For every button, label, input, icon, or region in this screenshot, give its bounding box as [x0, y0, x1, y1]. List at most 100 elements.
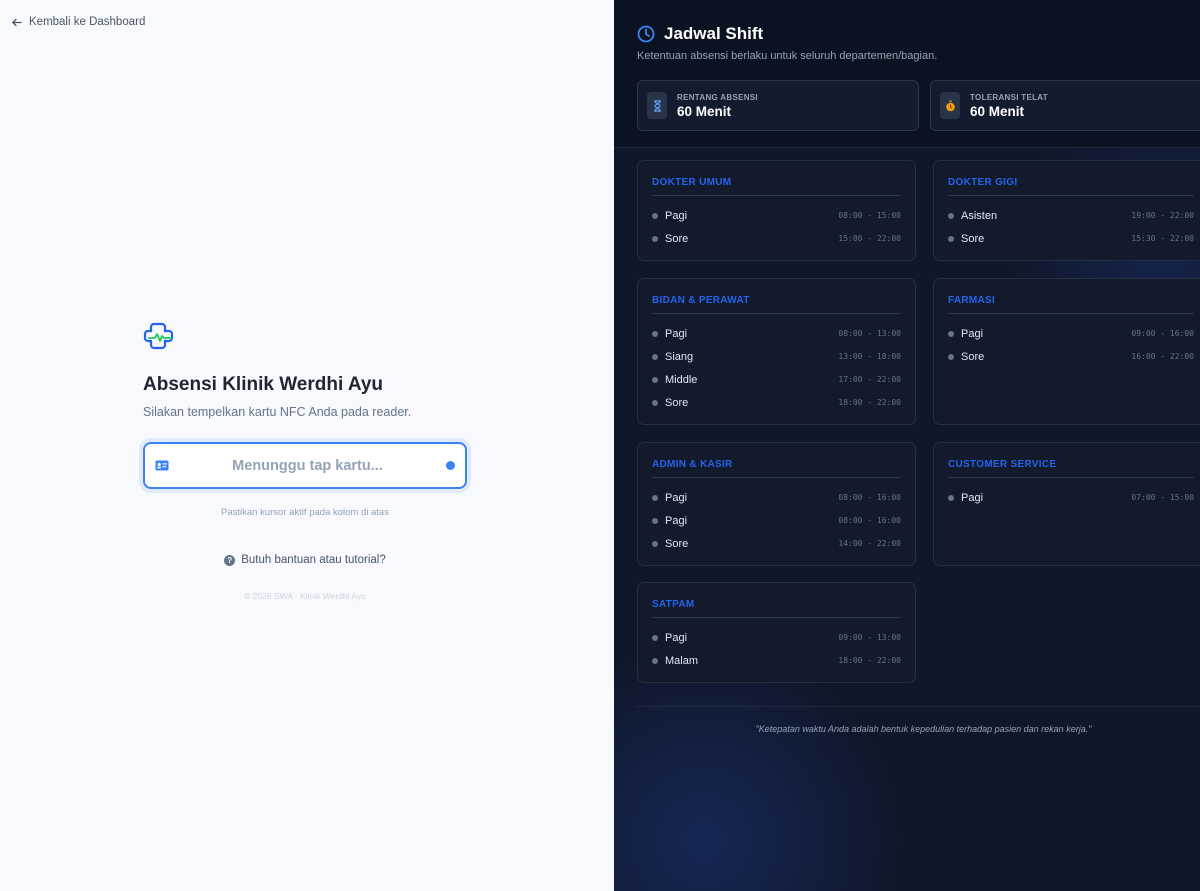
stat-rentang-absensi: RENTANG ABSENSI 60 Menit — [637, 80, 919, 131]
dept-title: FARMASI — [948, 295, 1194, 314]
shift-time: 19:00 - 22:00 — [1131, 211, 1194, 220]
stopwatch-icon — [940, 92, 960, 119]
dept-card-bidan-perawat: BIDAN & PERAWAT Pagi 08:00 - 13:00 Siang 1… — [637, 278, 916, 425]
schedule-title: Jadwal Shift — [637, 24, 763, 44]
shift-time: 17:00 - 22:00 — [838, 375, 901, 384]
back-link-label: Kembali ke Dashboard — [29, 16, 146, 28]
shift-row: Sore 16:00 - 22:00 — [948, 345, 1194, 368]
shift-time: 08:00 - 13:00 — [838, 329, 901, 338]
shift-row: Pagi 08:00 - 16:00 — [652, 509, 901, 532]
dept-card-farmasi: FARMASI Pagi 09:00 - 16:00 Sore 16:00 - 22… — [933, 278, 1200, 425]
stat-value: 60 Menit — [677, 103, 732, 119]
dept-title: DOKTER GIGI — [948, 177, 1194, 196]
shift-name: Sore — [961, 350, 985, 363]
shift-row: Asisten 19:00 - 22:00 — [948, 204, 1194, 227]
shift-name: Pagi — [665, 514, 688, 527]
bullet — [652, 212, 658, 219]
id-card-icon — [155, 460, 169, 471]
help-link[interactable]: ? Butuh bantuan atau tutorial? — [143, 554, 467, 566]
shift-time: 15:30 - 22:00 — [1131, 234, 1194, 243]
clinic-logo-icon — [143, 322, 174, 350]
dept-title: SATPAM — [652, 599, 901, 618]
schedule-subtitle: Ketentuan absensi berlaku untuk seluruh … — [637, 50, 938, 62]
shift-name: Pagi — [665, 327, 688, 340]
input-hint: Pastikan kursor aktif pada kolom di atas — [221, 507, 389, 518]
clock-icon — [637, 25, 655, 43]
shift-row: Pagi 08:00 - 15:00 — [652, 204, 901, 227]
bullet — [652, 399, 658, 406]
hourglass-icon — [647, 92, 667, 119]
shift-time: 08:00 - 16:00 — [838, 493, 901, 502]
shift-time: 07:00 - 15:00 — [1131, 493, 1194, 502]
shift-schedule-panel: Jadwal Shift Ketentuan absensi berlaku u… — [614, 0, 1200, 891]
shift-name: Sore — [665, 537, 689, 550]
divider — [637, 706, 1200, 707]
dept-title: BIDAN & PERAWAT — [652, 295, 901, 314]
bullet — [652, 376, 658, 383]
shift-time: 18:00 - 22:00 — [838, 656, 901, 665]
shift-row: Sore 18:00 - 22:00 — [652, 391, 901, 414]
schedule-title-text: Jadwal Shift — [664, 24, 764, 43]
shift-time: 18:00 - 22:00 — [838, 398, 901, 407]
shift-name: Pagi — [961, 327, 984, 340]
stat-toleransi-telat: TOLERANSI TELAT 60 Menit — [930, 80, 1200, 131]
login-box: Absensi Klinik Werdhi Ayu Silakan tempel… — [143, 321, 467, 601]
stat-label: RENTANG ABSENSI — [677, 92, 758, 102]
shift-row: Malam 18:00 - 22:00 — [652, 649, 901, 672]
bullet — [948, 494, 954, 501]
back-to-dashboard-link[interactable]: Kembali ke Dashboard — [11, 16, 145, 28]
shift-row: Middle 17:00 - 22:00 — [652, 368, 901, 391]
dept-title: ADMIN & KASIR — [652, 459, 901, 478]
shift-name: Pagi — [961, 491, 984, 504]
bullet — [652, 353, 658, 360]
question-icon: ? — [224, 554, 236, 566]
shift-row: Sore 15:30 - 22:00 — [948, 227, 1194, 250]
shift-name: Sore — [961, 232, 985, 245]
dept-title: DOKTER UMUM — [652, 177, 901, 196]
bullet — [948, 330, 954, 337]
nfc-card-input[interactable] — [169, 457, 446, 474]
bullet — [652, 235, 658, 242]
bullet — [652, 517, 658, 524]
shift-row: Sore 14:00 - 22:00 — [652, 532, 901, 555]
stat-label: TOLERANSI TELAT — [970, 92, 1048, 102]
shift-time: 09:00 - 16:00 — [1131, 329, 1194, 338]
shift-name: Pagi — [665, 491, 688, 504]
page-subtitle: Silakan tempelkan kartu NFC Anda pada re… — [143, 405, 412, 419]
dept-title: CUSTOMER SERVICE — [948, 459, 1194, 478]
shift-time: 08:00 - 15:00 — [838, 211, 901, 220]
shift-row: Pagi 09:00 - 16:00 — [948, 322, 1194, 345]
shift-name: Sore — [665, 396, 689, 409]
stat-value: 60 Menit — [970, 103, 1025, 119]
bullet — [652, 540, 658, 547]
dept-card-admin-kasir: ADMIN & KASIR Pagi 08:00 - 16:00 Pagi 08:0… — [637, 442, 916, 566]
bullet — [652, 494, 658, 501]
shift-time: 14:00 - 22:00 — [838, 539, 901, 548]
shift-row: Pagi 07:00 - 15:00 — [948, 486, 1194, 509]
shift-time: 15:00 - 22:00 — [838, 234, 901, 243]
shift-row: Sore 15:00 - 22:00 — [652, 227, 901, 250]
dept-card-customer-service: CUSTOMER SERVICE Pagi 07:00 - 15:00 — [933, 442, 1200, 566]
shift-name: Pagi — [665, 631, 688, 644]
shift-time: 08:00 - 16:00 — [838, 516, 901, 525]
shift-name: Sore — [665, 232, 689, 245]
bullet — [948, 235, 954, 242]
schedule-header: Jadwal Shift Ketentuan absensi berlaku u… — [614, 0, 1200, 148]
bullet — [652, 634, 658, 641]
dept-card-satpam: SATPAM Pagi 09:00 - 13:00 Malam 18:00 - 22… — [637, 582, 916, 683]
shift-name: Siang — [665, 350, 694, 363]
attendance-panel: Kembali ke Dashboard Absensi Klinik Werd… — [0, 0, 614, 891]
shift-row: Pagi 08:00 - 13:00 — [652, 322, 901, 345]
bullet — [652, 657, 658, 664]
dept-card-dokter-umum: DOKTER UMUM Pagi 08:00 - 15:00 Sore 15:00 … — [637, 160, 916, 261]
shift-time: 16:00 - 22:00 — [1131, 352, 1194, 361]
page-title: Absensi Klinik Werdhi Ayu — [143, 374, 384, 395]
bullet — [948, 353, 954, 360]
shift-name: Middle — [665, 373, 698, 386]
dept-card-dokter-gigi: DOKTER GIGI Asisten 19:00 - 22:00 Sore 15:… — [933, 160, 1200, 261]
shift-row: Pagi 08:00 - 16:00 — [652, 486, 901, 509]
shift-name: Asisten — [961, 209, 998, 222]
bullet — [948, 212, 954, 219]
help-link-label: Butuh bantuan atau tutorial? — [241, 554, 386, 566]
arrow-left-icon — [12, 18, 22, 26]
